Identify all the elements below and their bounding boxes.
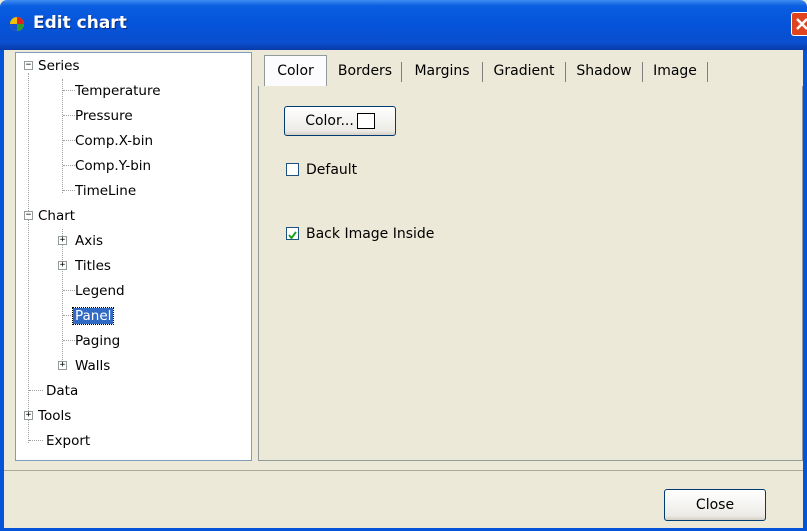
chart-app-icon [10, 17, 24, 31]
tree-item-walls[interactable]: Walls [73, 356, 112, 376]
tab-separator [401, 62, 402, 82]
tree-item-comp-x-bin[interactable]: Comp.X-bin [73, 131, 155, 151]
tree-item-label: Pressure [75, 108, 133, 124]
close-x-icon[interactable] [791, 12, 807, 36]
expand-icon[interactable]: + [58, 361, 67, 370]
tab-shadow[interactable]: Shadow [567, 58, 641, 85]
color-tab-page: Color... Default Back Image Inside [258, 86, 803, 461]
tree-root-line [28, 73, 29, 443]
expand-icon[interactable]: + [24, 411, 33, 420]
tab-color[interactable]: Color [264, 55, 327, 86]
tree-item-temperature[interactable]: Temperature [73, 81, 163, 101]
tree-item-label: Data [46, 383, 79, 399]
tree-branch [29, 390, 43, 391]
tab-separator [565, 62, 566, 82]
close-button[interactable]: Close [664, 489, 766, 521]
tab-image[interactable]: Image [644, 58, 706, 85]
tree-item-data[interactable]: Data [44, 381, 80, 401]
expand-icon[interactable]: + [58, 236, 67, 245]
tree-item-comp-y-bin[interactable]: Comp.Y-bin [73, 156, 153, 176]
tree-item-series[interactable]: Series [36, 56, 82, 76]
back-image-inside-checkbox-box[interactable] [286, 227, 299, 240]
properties-tab-control: Color Borders Margins Gradient Shadow Im… [258, 54, 803, 463]
tree-item-label: Axis [75, 233, 104, 249]
tab-strip: Color Borders Margins Gradient Shadow Im… [258, 54, 803, 87]
color-button-label: Color... [305, 113, 354, 129]
tree-branch [29, 440, 43, 441]
tab-borders[interactable]: Borders [330, 58, 400, 85]
tab-separator [707, 62, 708, 82]
tree-item-titles[interactable]: Titles [73, 256, 113, 276]
default-checkbox-label: Default [306, 162, 358, 178]
tree-item-label: Panel [71, 307, 115, 325]
window-frame-right [803, 50, 807, 531]
window-frame-left [0, 50, 4, 531]
back-image-inside-label: Back Image Inside [306, 226, 435, 242]
tree-item-export[interactable]: Export [44, 431, 92, 451]
tree-item-label: Paging [75, 333, 121, 349]
title-bar[interactable]: Edit chart [0, 0, 807, 50]
tab-separator [642, 62, 643, 82]
tree-item-label: Legend [75, 283, 125, 299]
tree-item-tools[interactable]: Tools [36, 406, 73, 426]
edit-chart-window: Edit chart − Series Temperature Pressure… [0, 0, 807, 531]
tree-series-line [62, 79, 63, 193]
chart-tree-view[interactable]: − Series Temperature Pressure Comp.X-bin… [15, 52, 252, 461]
tab-separator [482, 62, 483, 82]
check-mark-icon [288, 231, 297, 240]
tree-item-label: Titles [75, 258, 111, 274]
tree-item-label: Comp.Y-bin [75, 158, 152, 174]
color-button[interactable]: Color... [284, 106, 396, 136]
tree-item-label: Chart [38, 208, 76, 224]
tree-item-paging[interactable]: Paging [73, 331, 122, 351]
tab-gradient[interactable]: Gradient [484, 58, 564, 85]
window-title: Edit chart [33, 13, 127, 33]
tree-item-pressure[interactable]: Pressure [73, 106, 135, 126]
default-checkbox-box[interactable] [286, 163, 299, 176]
collapse-icon[interactable]: − [24, 61, 33, 70]
tree-item-legend[interactable]: Legend [73, 281, 127, 301]
tree-item-label: Comp.X-bin [75, 133, 154, 149]
tree-item-chart[interactable]: Chart [36, 206, 77, 226]
tree-item-panel[interactable]: Panel [71, 306, 115, 326]
tree-item-label: Export [46, 433, 91, 449]
tree-item-label: TimeLine [75, 183, 137, 199]
tree-item-axis[interactable]: Axis [73, 231, 105, 251]
color-swatch [356, 113, 375, 129]
tab-margins[interactable]: Margins [403, 58, 481, 85]
tree-item-label: Tools [38, 408, 72, 424]
expand-icon[interactable]: + [58, 261, 67, 270]
tree-chart-line [62, 229, 63, 368]
tree-item-label: Series [38, 58, 80, 74]
tree-item-timeline[interactable]: TimeLine [73, 181, 138, 201]
tree-item-label: Walls [75, 358, 111, 374]
collapse-icon[interactable]: − [24, 211, 33, 220]
tree-item-label: Temperature [75, 83, 161, 99]
